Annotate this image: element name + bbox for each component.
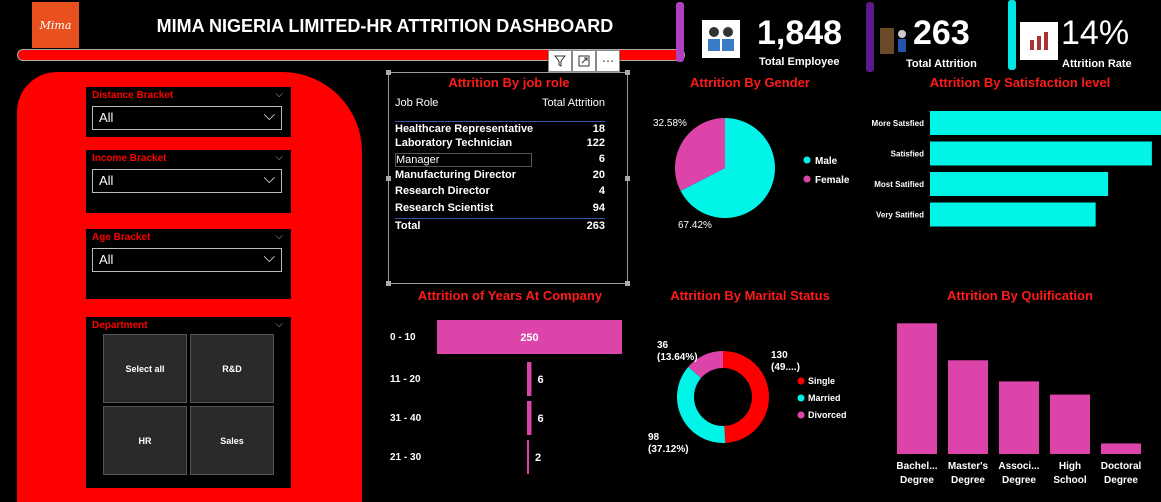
legend-dot — [803, 156, 811, 164]
bar — [948, 360, 988, 454]
category-label: High — [1059, 461, 1081, 472]
bar — [930, 172, 1109, 196]
category-label: Master's — [948, 461, 989, 472]
donut-slice-married — [677, 366, 726, 443]
data-label: (37.12%) — [648, 444, 689, 455]
charts-canvas: 32.58% 67.42% Male Female More Satsfied Sati… — [390, 111, 1161, 486]
category-label: 21 - 30 — [390, 452, 422, 463]
data-label: 130 — [771, 350, 788, 361]
legend-label: Single — [808, 376, 835, 386]
bar — [930, 141, 1152, 166]
bar — [897, 323, 937, 454]
bar — [930, 111, 1161, 135]
category-label: 31 - 40 — [390, 413, 422, 424]
category-label: Very Satified — [876, 211, 924, 220]
category-label: Satisfied — [891, 150, 924, 159]
category-label: Degree — [1002, 475, 1036, 486]
bar — [527, 362, 532, 396]
data-label: 32.58% — [653, 118, 687, 129]
bar — [1050, 394, 1090, 454]
legend-label: Female — [815, 175, 850, 186]
category-label: More Satsfied — [872, 119, 925, 128]
category-label: Degree — [951, 475, 985, 486]
satisfaction-bar-chart: More Satsfied Satisfied Most Satified Very … — [872, 111, 1161, 227]
category-label: 11 - 20 — [390, 374, 421, 385]
category-label: Degree — [1104, 475, 1138, 486]
years-bar-chart: 0 - 10 250 11 - 20 6 31 - 40 6 21 - 30 2 — [390, 320, 622, 474]
legend-label: Male — [815, 156, 838, 167]
legend-label: Divorced — [808, 410, 847, 420]
data-label: (49....) — [771, 362, 800, 373]
qualification-bar-chart: Bachel... Degree Master's Degree Associ... De… — [896, 323, 1142, 486]
category-label: Degree — [900, 475, 934, 486]
data-label: 67.42% — [678, 220, 712, 231]
category-label: Most Satified — [874, 180, 924, 189]
category-label: Doctoral — [1101, 461, 1142, 472]
data-label: 6 — [537, 413, 543, 425]
category-label: 0 - 10 — [390, 332, 416, 343]
data-label: 2 — [535, 452, 541, 464]
data-label: 250 — [520, 332, 538, 344]
legend-dot — [797, 394, 805, 402]
bar — [930, 202, 1096, 227]
data-label: 6 — [537, 374, 543, 386]
donut-slice-single — [723, 351, 769, 443]
bar — [1101, 443, 1141, 454]
data-label: 98 — [648, 432, 660, 443]
category-label: Associ... — [998, 461, 1039, 472]
bar — [527, 440, 529, 474]
marital-donut-chart: 130(49....) 98(37.12%) 36(13.64%) Single Mar… — [648, 340, 847, 455]
data-label: (13.64%) — [657, 352, 698, 363]
category-label: School — [1053, 475, 1087, 486]
data-label: 36 — [657, 340, 669, 351]
legend-dot — [797, 377, 805, 385]
bar — [999, 381, 1039, 454]
legend-label: Married — [808, 393, 841, 403]
legend-dot — [797, 411, 805, 419]
gender-pie-chart: 32.58% 67.42% Male Female — [653, 118, 850, 231]
category-label: Bachel... — [896, 461, 937, 472]
bar — [527, 401, 532, 435]
legend-dot — [803, 175, 811, 183]
